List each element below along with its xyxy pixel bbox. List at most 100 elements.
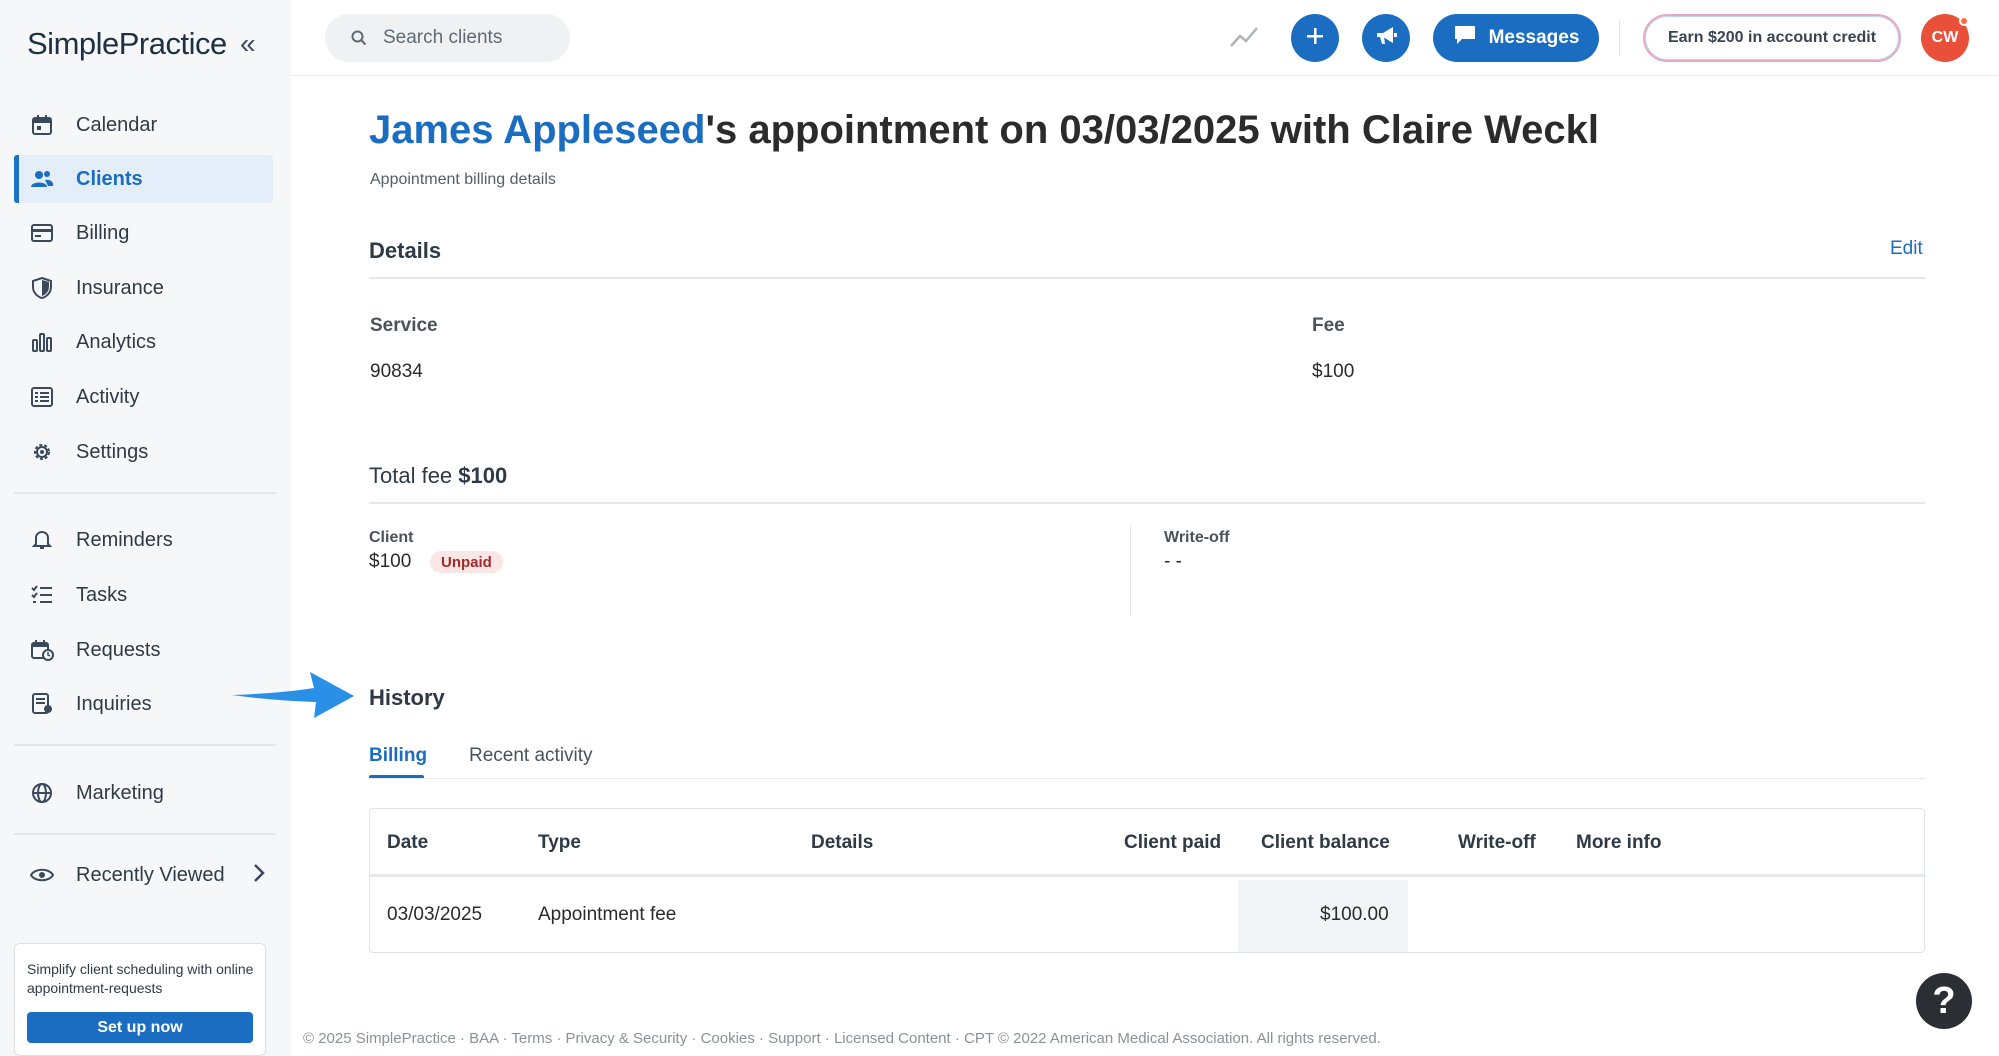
collapse-sidebar-icon[interactable]: «	[240, 30, 256, 58]
promo-card: Simplify client scheduling with online a…	[14, 943, 266, 1056]
topbar-divider	[1619, 20, 1620, 56]
page-title-rest: 's appointment on 03/03/2025 with Claire…	[705, 108, 1599, 152]
sidebar-divider	[14, 833, 276, 835]
eye-icon	[28, 861, 56, 889]
total-fee-amount: $100	[458, 463, 508, 488]
search-icon	[351, 30, 367, 46]
row-date: 03/03/2025	[387, 904, 483, 925]
client-amount: $100	[369, 551, 412, 572]
app: SimplePractice « Calendar Clients Billin…	[0, 0, 1999, 1056]
tab-billing[interactable]: Billing	[369, 745, 427, 767]
column-header-more-info: More info	[1576, 832, 1662, 853]
tab-recent-activity[interactable]: Recent activity	[469, 745, 593, 767]
sidebar-item-label: Settings	[76, 440, 149, 463]
list-icon	[28, 383, 56, 411]
plus-icon	[1306, 27, 1324, 50]
fee-label: Fee	[1312, 315, 1345, 336]
search-placeholder: Search clients	[383, 27, 503, 48]
history-title: History	[369, 685, 445, 710]
sidebar-item-label: Reminders	[76, 528, 173, 551]
earn-credit-button[interactable]: Earn $200 in account credit	[1643, 14, 1901, 62]
sidebar-divider	[14, 492, 276, 494]
column-header-type: Type	[538, 832, 581, 853]
search-input[interactable]: Search clients	[325, 14, 570, 62]
notification-dot	[1959, 16, 1969, 26]
sidebar-item-label: Activity	[76, 385, 140, 408]
total-fee-label: Total fee	[369, 463, 453, 488]
inquiry-icon	[28, 690, 56, 718]
chat-bubble-icon	[1453, 24, 1477, 52]
column-header-client-balance: Client balance	[1261, 832, 1390, 853]
total-fee-heading: Total fee $100	[369, 463, 507, 489]
sidebar-item-analytics[interactable]: Analytics	[14, 318, 273, 366]
sidebar-item-label: Calendar	[76, 113, 158, 136]
column-header-details: Details	[811, 832, 874, 853]
bell-icon	[28, 526, 56, 554]
checklist-icon	[28, 581, 56, 609]
bar-chart-icon	[28, 328, 56, 356]
client-name-link[interactable]: James Appleseed	[369, 108, 705, 152]
service-label: Service	[370, 315, 438, 336]
sidebar-item-recently-viewed[interactable]: Recently Viewed	[14, 851, 273, 899]
logo: SimplePractice	[27, 26, 227, 61]
billing-history-table: Date Type Details Client paid Client bal…	[369, 808, 1925, 953]
clients-icon	[28, 165, 56, 193]
writeoff-label: Write-off	[1164, 529, 1230, 546]
messages-label: Messages	[1488, 27, 1580, 48]
writeoff-value: - -	[1164, 551, 1182, 572]
column-header-write-off: Write-off	[1458, 832, 1536, 853]
sidebar-item-activity[interactable]: Activity	[14, 373, 273, 421]
sidebar-item-label: Requests	[76, 638, 161, 661]
sidebar-item-clients[interactable]: Clients	[14, 155, 273, 203]
sidebar-item-insurance[interactable]: Insurance	[14, 264, 273, 312]
sidebar-item-label: Tasks	[76, 583, 128, 606]
details-title: Details	[369, 238, 442, 263]
row-type: Appointment fee	[538, 904, 677, 925]
status-badge: Unpaid	[430, 551, 503, 573]
set-up-now-button[interactable]: Set up now	[27, 1012, 253, 1043]
sidebar-item-reminders[interactable]: Reminders	[14, 516, 273, 564]
sidebar-item-label: Marketing	[76, 781, 164, 804]
trend-icon[interactable]	[1229, 24, 1259, 55]
footer-links[interactable]: © 2025 SimplePractice · BAA · Terms · Pr…	[303, 1030, 1381, 1047]
table-header: Date Type Details Client paid Client bal…	[370, 809, 1924, 877]
calendar-icon	[28, 111, 56, 139]
total-divider	[369, 502, 1925, 504]
calendar-request-icon	[28, 636, 56, 664]
announcements-button[interactable]	[1362, 14, 1410, 62]
gear-icon	[28, 438, 56, 466]
page-subtitle: Appointment billing details	[370, 171, 556, 188]
promo-text: Simplify client scheduling with online a…	[27, 961, 254, 996]
topbar: Search clients Messages Earn $200 in acc…	[291, 0, 1999, 76]
sidebar-item-settings[interactable]: Settings	[14, 428, 273, 476]
fee-value: $100	[1312, 361, 1355, 382]
sidebar-item-marketing[interactable]: Marketing	[14, 769, 273, 817]
sidebar-item-label: Billing	[76, 221, 130, 244]
sidebar-item-tasks[interactable]: Tasks	[14, 571, 273, 619]
globe-icon	[28, 779, 56, 807]
sidebar-item-label: Analytics	[76, 330, 157, 353]
sidebar-item-label: Recently Viewed	[76, 863, 225, 886]
tabs-divider	[369, 778, 1925, 779]
chevron-right-icon	[253, 863, 265, 888]
sidebar-item-billing[interactable]: Billing	[14, 209, 273, 257]
row-client-balance: $100.00	[1320, 904, 1389, 925]
column-header-date: Date	[387, 832, 429, 853]
megaphone-icon	[1374, 25, 1398, 52]
sidebar-divider	[14, 744, 276, 746]
shield-icon	[28, 274, 56, 302]
add-button[interactable]	[1291, 14, 1339, 62]
sidebar-item-label: Insurance	[76, 276, 164, 299]
edit-link[interactable]: Edit	[1890, 238, 1923, 260]
messages-button[interactable]: Messages	[1433, 14, 1599, 62]
details-divider	[369, 277, 1925, 279]
vertical-divider	[1130, 526, 1131, 616]
help-button[interactable]: ?	[1916, 973, 1972, 1029]
sidebar-item-requests[interactable]: Requests	[14, 626, 273, 674]
sidebar-item-calendar[interactable]: Calendar	[14, 101, 273, 149]
sidebar-item-label: Inquiries	[76, 692, 152, 715]
credit-card-icon	[28, 219, 56, 247]
sidebar: SimplePractice « Calendar Clients Billin…	[0, 0, 291, 1056]
sidebar-item-label: Clients	[76, 167, 143, 190]
service-value: 90834	[370, 361, 423, 382]
